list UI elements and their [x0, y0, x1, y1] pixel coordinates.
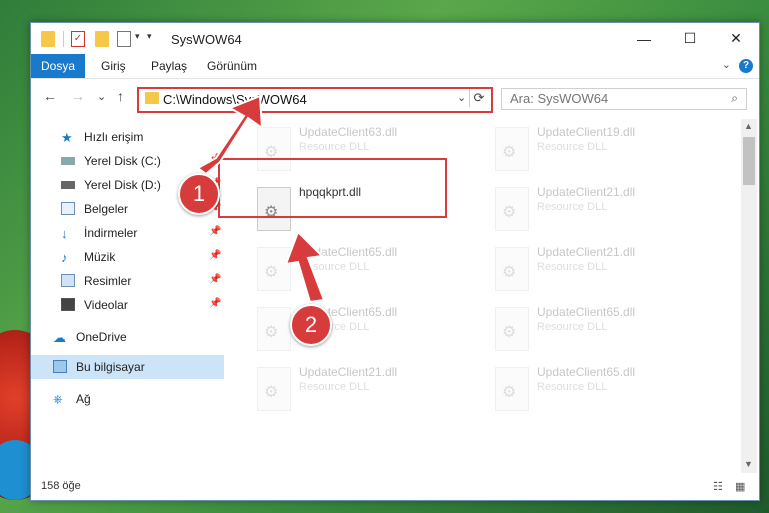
- step-badge-1: 1: [178, 173, 220, 215]
- arrow-step1: [196, 94, 264, 176]
- annotation-arrows: [196, 94, 326, 304]
- step-badge-2: 2: [290, 304, 332, 346]
- arrow-step2: [284, 230, 326, 304]
